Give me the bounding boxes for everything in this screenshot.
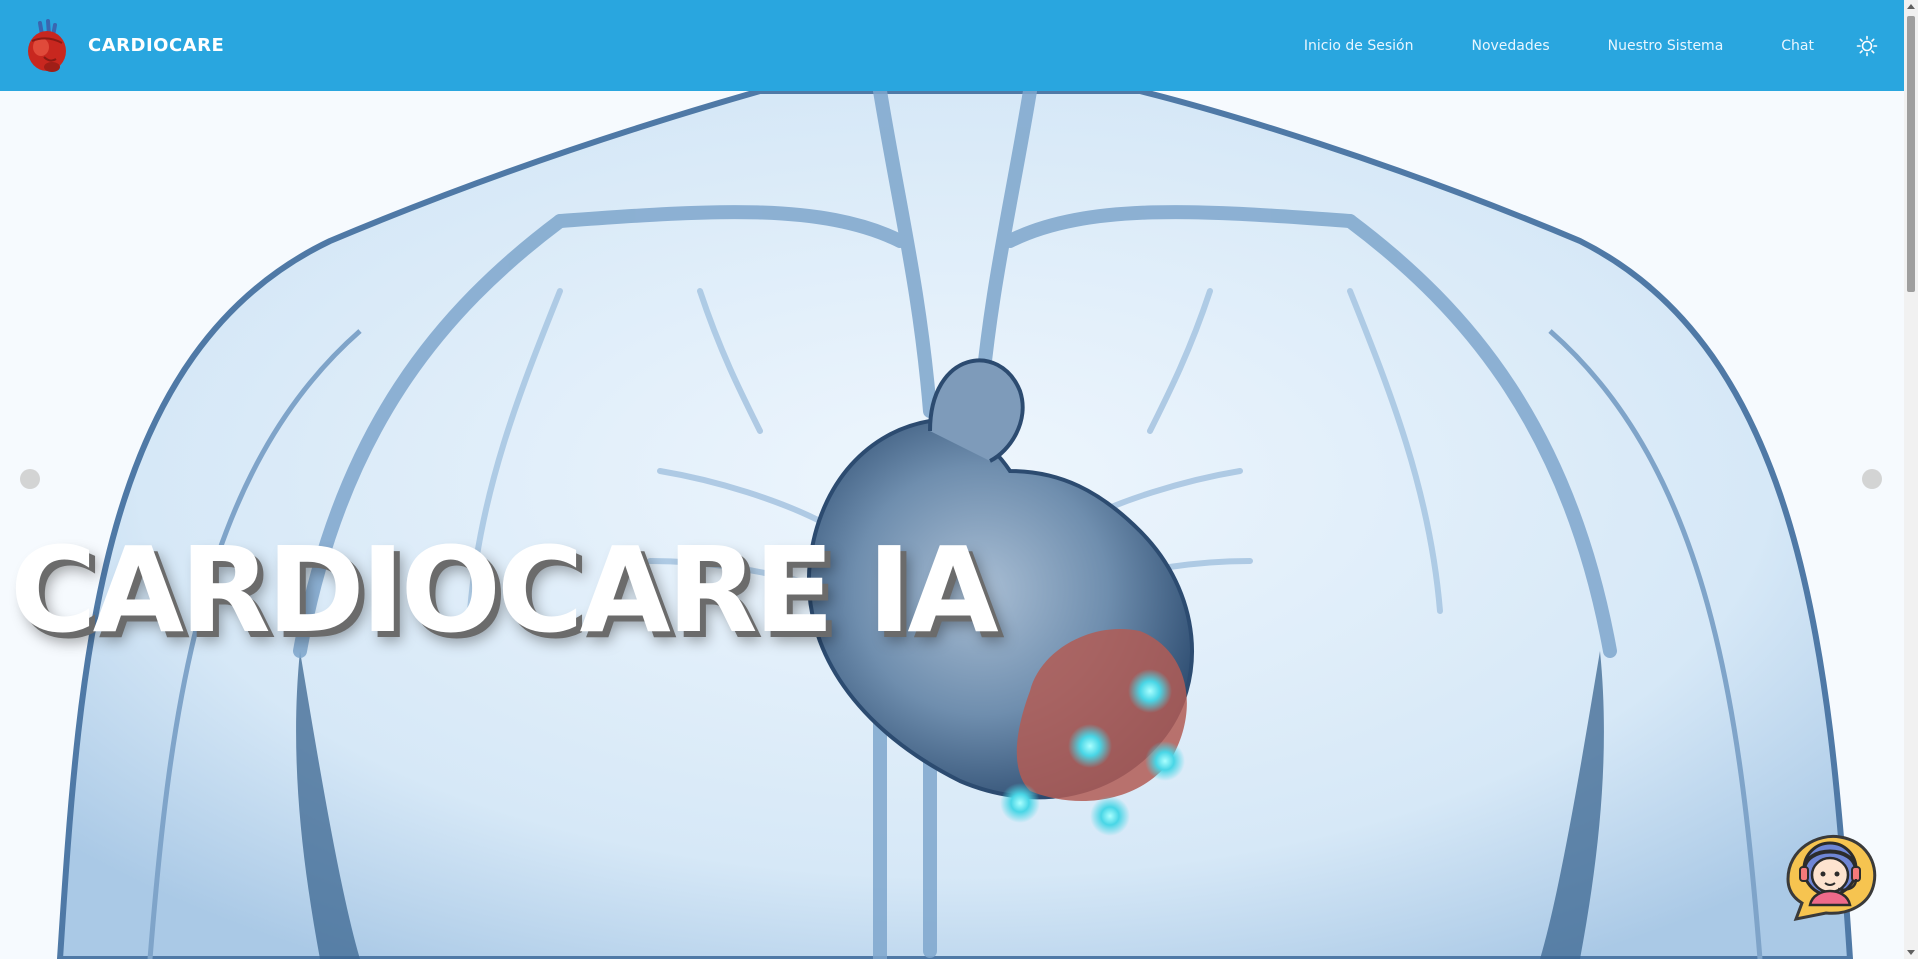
navbar: CARDIOCARE Inicio de Sesión Novedades Nu… xyxy=(0,0,1904,91)
nav-link-login[interactable]: Inicio de Sesión xyxy=(1304,38,1414,54)
scroll-thumb[interactable] xyxy=(1907,16,1915,292)
nav-link-news[interactable]: Novedades xyxy=(1471,38,1549,54)
nav-link-chat[interactable]: Chat xyxy=(1781,38,1814,54)
scroll-up-arrow-icon[interactable] xyxy=(1907,4,1915,9)
chat-widget-button[interactable] xyxy=(1778,819,1882,923)
support-agent-chat-icon xyxy=(1786,834,1877,922)
anatomical-heart-icon xyxy=(28,18,66,72)
page: CARDIOCARE Inicio de Sesión Novedades Nu… xyxy=(0,0,1918,959)
nav-links: Inicio de Sesión Novedades Nuestro Siste… xyxy=(1304,0,1904,91)
carousel-next-dot[interactable] xyxy=(1862,469,1882,489)
brand[interactable]: CARDIOCARE xyxy=(22,17,224,75)
sun-icon xyxy=(1856,35,1878,56)
hero-carousel: CARDIOCARE IA xyxy=(0,91,1904,959)
page-scrollbar[interactable] xyxy=(1904,0,1918,959)
scroll-down-arrow-icon[interactable] xyxy=(1907,950,1915,955)
nav-link-our-system[interactable]: Nuestro Sistema xyxy=(1608,38,1724,54)
carousel-prev-dot[interactable] xyxy=(20,469,40,489)
hero-title: CARDIOCARE IA xyxy=(10,521,999,659)
brand-name: CARDIOCARE xyxy=(88,35,225,56)
theme-toggle-button[interactable] xyxy=(1854,33,1880,59)
